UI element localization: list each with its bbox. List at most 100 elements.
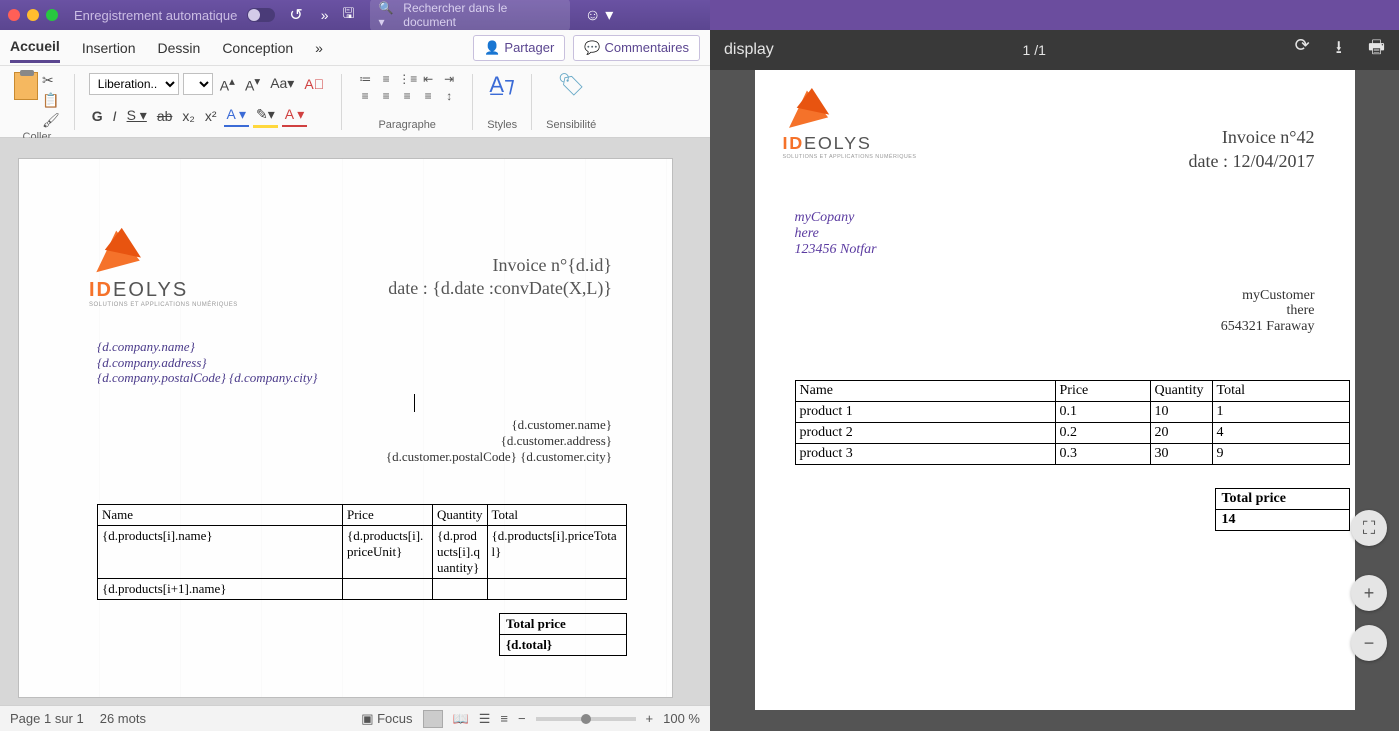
justify-icon[interactable]: ≡ bbox=[419, 89, 437, 103]
strike-icon[interactable]: ab bbox=[154, 106, 176, 126]
maximize-icon[interactable] bbox=[46, 9, 58, 21]
underline-icon[interactable]: S ▾ bbox=[124, 105, 150, 126]
print-icon[interactable]: 🖶 bbox=[1368, 35, 1385, 65]
text-effects-icon[interactable]: A ▾ bbox=[224, 104, 249, 127]
clear-format-icon[interactable]: A⃠ bbox=[301, 74, 327, 94]
page-indicator[interactable]: Page 1 sur 1 bbox=[10, 711, 84, 726]
zoom-out-icon[interactable]: − bbox=[1351, 625, 1387, 661]
autosave-label: Enregistrement automatique bbox=[74, 8, 237, 23]
draft-icon[interactable]: ≡ bbox=[500, 711, 508, 726]
zoom-slider[interactable] bbox=[536, 717, 636, 721]
copy-icon[interactable]: 📋 bbox=[42, 92, 60, 109]
total-table: Total price 14 bbox=[1215, 488, 1350, 531]
total-template-table: Total price {d.total} bbox=[499, 613, 627, 656]
qat-more-icon[interactable]: » bbox=[321, 7, 329, 23]
zoom-in-icon[interactable]: + bbox=[646, 711, 654, 726]
products-table: Name Price Quantity Total product 10.110… bbox=[795, 380, 1350, 465]
titlebar: Enregistrement automatique ↺ » 🖫 🔍▾ Rech… bbox=[0, 0, 710, 30]
company-placeholder: {d.company.name} {d.company.address} {d.… bbox=[97, 339, 317, 386]
products-template-table: Name Price Quantity Total {d.products[i]… bbox=[97, 504, 627, 600]
align-right-icon[interactable]: ≡ bbox=[398, 89, 416, 103]
word-window: Enregistrement automatique ↺ » 🖫 🔍▾ Rech… bbox=[0, 0, 710, 731]
autosave-toggle[interactable] bbox=[247, 8, 275, 22]
print-layout-icon[interactable] bbox=[423, 710, 443, 728]
search-placeholder: Rechercher dans le document bbox=[403, 1, 562, 29]
paragraph-label: Paragraphe bbox=[378, 119, 436, 131]
styles-label: Styles bbox=[487, 119, 517, 131]
feedback-icon[interactable]: ☺ ▾ bbox=[584, 5, 613, 25]
invoice-header: Invoice n°42 date : 12/04/2017 bbox=[1189, 125, 1315, 174]
customer-block: myCustomer there 654321 Faraway bbox=[1221, 288, 1315, 334]
undo-icon[interactable]: ↺ bbox=[289, 5, 302, 25]
font-color-icon[interactable]: A ▾ bbox=[282, 104, 307, 127]
save-icon[interactable]: 🖫 bbox=[343, 3, 355, 27]
logo: IDEOLYS SOLUTIONS ET APPLICATIONS NUMÉRI… bbox=[782, 89, 916, 160]
download-icon[interactable]: ⭳ bbox=[1336, 35, 1342, 65]
tab-conception[interactable]: Conception bbox=[222, 34, 293, 62]
bullets-icon[interactable]: ≔ bbox=[356, 72, 374, 86]
format-painter-icon[interactable]: 🖌 bbox=[42, 112, 60, 129]
font-size-select[interactable]: 12 bbox=[183, 73, 213, 95]
document-canvas[interactable]: IDEOLYS SOLUTIONS ET APPLICATIONS NUMÉRI… bbox=[0, 138, 710, 705]
tab-accueil[interactable]: Accueil bbox=[10, 32, 60, 63]
tab-dessin[interactable]: Dessin bbox=[158, 34, 201, 62]
ribbon: ✂ 📋 🖌 Coller Liberation... 12 A▴ A▾ Aa▾ … bbox=[0, 66, 710, 138]
shrink-font-icon[interactable]: A▾ bbox=[242, 72, 263, 96]
hummingbird-icon bbox=[89, 229, 149, 279]
font-name-select[interactable]: Liberation... bbox=[89, 73, 179, 95]
tab-insertion[interactable]: Insertion bbox=[82, 34, 136, 62]
indent-inc-icon[interactable]: ⇥ bbox=[440, 72, 458, 86]
focus-mode[interactable]: ▣ Focus bbox=[361, 711, 412, 727]
customer-placeholder: {d.customer.name} {d.customer.address} {… bbox=[386, 417, 612, 465]
align-center-icon[interactable]: ≡ bbox=[377, 89, 395, 103]
grow-font-icon[interactable]: A▴ bbox=[217, 72, 238, 96]
pdf-viewer: display 1 /1 ⟳ ⭳ 🖶 IDEOLYS SOLUTIONS ET … bbox=[710, 0, 1399, 731]
search-icon: 🔍▾ bbox=[378, 1, 399, 29]
table-row: product 10.1101 bbox=[795, 402, 1349, 423]
pdf-page: IDEOLYS SOLUTIONS ET APPLICATIONS NUMÉRI… bbox=[755, 70, 1355, 710]
window-controls bbox=[8, 9, 58, 21]
fit-page-icon[interactable]: ⛶ bbox=[1351, 510, 1387, 546]
word-count[interactable]: 26 mots bbox=[100, 711, 146, 726]
invoice-header: Invoice n°{d.id} date : {d.date :convDat… bbox=[388, 254, 612, 301]
clipboard-icon bbox=[14, 72, 38, 100]
minimize-icon[interactable] bbox=[27, 9, 39, 21]
comments-button[interactable]: 💬 Commentaires bbox=[573, 35, 700, 61]
italic-icon[interactable]: I bbox=[110, 106, 120, 126]
outline-icon[interactable]: ☰ bbox=[479, 711, 491, 727]
pdf-toolbar: display 1 /1 ⟳ ⭳ 🖶 bbox=[710, 30, 1399, 70]
tab-more[interactable]: » bbox=[315, 34, 323, 62]
statusbar: Page 1 sur 1 26 mots ▣ Focus 📖 ☰ ≡ − + 1… bbox=[0, 705, 710, 731]
text-cursor bbox=[414, 394, 415, 412]
zoom-out-icon[interactable]: − bbox=[518, 711, 526, 726]
superscript-icon[interactable]: x² bbox=[202, 106, 220, 126]
paste-button[interactable] bbox=[14, 72, 38, 129]
cut-icon[interactable]: ✂ bbox=[42, 72, 60, 89]
paragraph-icons: ≔ ≡ ⋮≡ ⇤ ⇥ ≡ ≡ ≡ ≡ ↕ bbox=[356, 72, 458, 103]
rotate-icon[interactable]: ⟳ bbox=[1295, 35, 1310, 65]
zoom-level[interactable]: 100 % bbox=[663, 711, 700, 726]
close-icon[interactable] bbox=[8, 9, 20, 21]
read-mode-icon[interactable]: 📖 bbox=[453, 711, 469, 727]
table-row: product 30.3309 bbox=[795, 444, 1349, 465]
zoom-in-icon[interactable]: + bbox=[1351, 575, 1387, 611]
document-page[interactable]: IDEOLYS SOLUTIONS ET APPLICATIONS NUMÉRI… bbox=[18, 158, 673, 698]
highlight-icon[interactable]: ✎▾ bbox=[253, 104, 278, 128]
styles-icon[interactable]: A̲⁊ bbox=[489, 72, 515, 98]
subscript-icon[interactable]: x₂ bbox=[179, 106, 197, 126]
table-row: product 20.2204 bbox=[795, 423, 1349, 444]
ribbon-tabs: Accueil Insertion Dessin Conception » 👤 … bbox=[0, 30, 710, 66]
search-input[interactable]: 🔍▾ Rechercher dans le document bbox=[370, 0, 570, 31]
line-spacing-icon[interactable]: ↕ bbox=[440, 89, 458, 103]
multilevel-icon[interactable]: ⋮≡ bbox=[398, 72, 416, 86]
align-left-icon[interactable]: ≡ bbox=[356, 89, 374, 103]
logo: IDEOLYS SOLUTIONS ET APPLICATIONS NUMÉRI… bbox=[89, 229, 238, 308]
company-block: myCopany here 123456 Notfar bbox=[795, 210, 877, 258]
indent-dec-icon[interactable]: ⇤ bbox=[419, 72, 437, 86]
sensitivity-icon[interactable]: 🏷 bbox=[557, 72, 585, 98]
share-button[interactable]: 👤 Partager bbox=[473, 35, 565, 61]
numbering-icon[interactable]: ≡ bbox=[377, 72, 395, 86]
bold-icon[interactable]: G bbox=[89, 106, 106, 126]
pdf-canvas[interactable]: IDEOLYS SOLUTIONS ET APPLICATIONS NUMÉRI… bbox=[710, 70, 1399, 731]
change-case-icon[interactable]: Aa▾ bbox=[267, 73, 297, 94]
